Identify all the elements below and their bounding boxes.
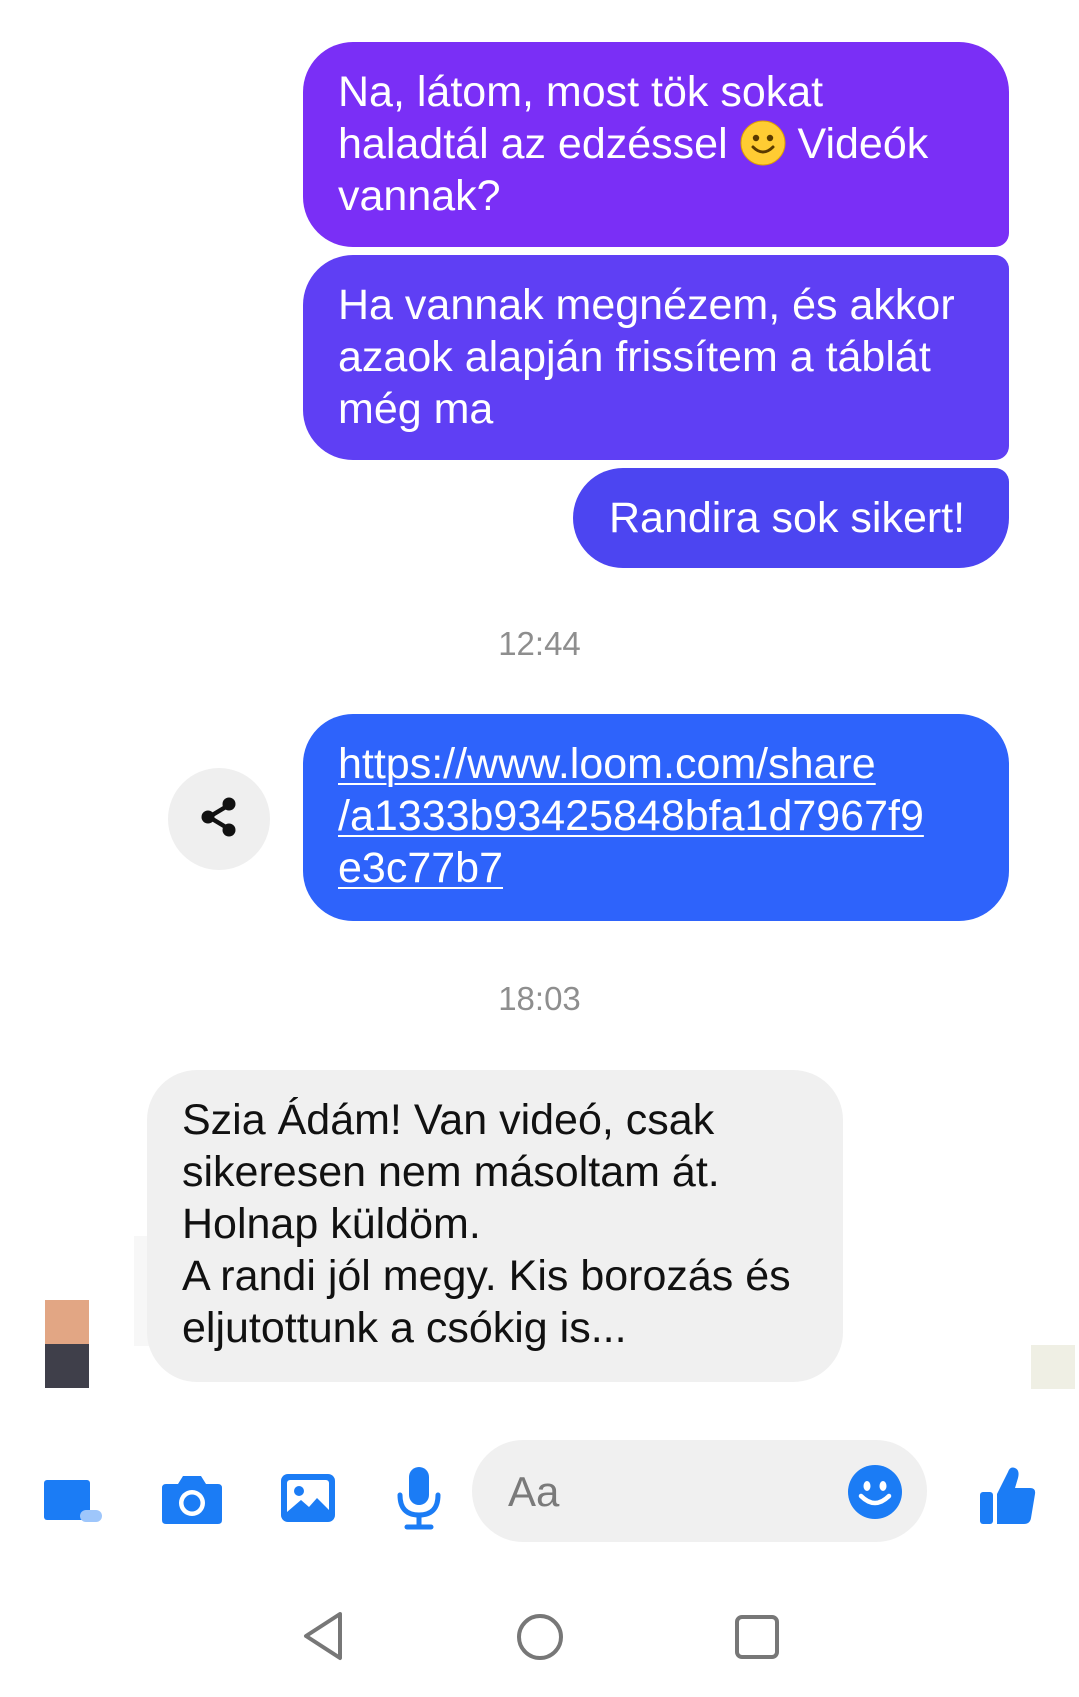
outgoing-message[interactable]: Randira sok sikert! bbox=[573, 468, 1009, 568]
gallery-icon[interactable] bbox=[278, 1469, 338, 1527]
emoji-icon[interactable] bbox=[847, 1464, 903, 1525]
back-icon[interactable] bbox=[300, 1610, 346, 1662]
share-icon bbox=[195, 793, 243, 846]
home-icon[interactable] bbox=[515, 1612, 565, 1662]
outgoing-message[interactable]: Ha vannak megnézem, és akkor azaok alapj… bbox=[303, 255, 1009, 460]
thumbs-up-icon[interactable] bbox=[978, 1463, 1038, 1527]
timestamp: 12:44 bbox=[498, 625, 581, 662]
share-button[interactable] bbox=[168, 768, 270, 870]
outgoing-link-message[interactable]: https://www.loom.com/share /a1333b934258… bbox=[303, 714, 1009, 921]
message-text: Ha vannak megnézem, és akkor azaok alapj… bbox=[338, 281, 955, 433]
message-text: Szia Ádám! Van videó, csak sikeresen nem… bbox=[182, 1096, 791, 1352]
message-input-placeholder: Aa bbox=[508, 1468, 560, 1515]
slightly-smiling-face-emoji bbox=[740, 120, 786, 166]
outgoing-message[interactable]: Na, látom, most tök sokat haladtál az ed… bbox=[303, 42, 1009, 247]
camera-icon[interactable] bbox=[160, 1470, 224, 1528]
avatar bbox=[45, 1300, 89, 1344]
loom-link[interactable]: https://www.loom.com/share /a1333b934258… bbox=[338, 740, 924, 892]
recents-icon[interactable] bbox=[733, 1613, 781, 1661]
message-input[interactable]: Aa bbox=[472, 1440, 927, 1542]
incoming-message[interactable]: Szia Ádám! Van videó, csak sikeresen nem… bbox=[147, 1070, 843, 1382]
menu-icon[interactable] bbox=[44, 1478, 104, 1524]
read-receipt-avatar bbox=[1031, 1345, 1075, 1389]
message-text: Randira sok sikert! bbox=[609, 494, 966, 542]
microphone-icon[interactable] bbox=[393, 1463, 445, 1533]
timestamp: 18:03 bbox=[498, 980, 581, 1017]
avatar-part bbox=[45, 1344, 89, 1388]
